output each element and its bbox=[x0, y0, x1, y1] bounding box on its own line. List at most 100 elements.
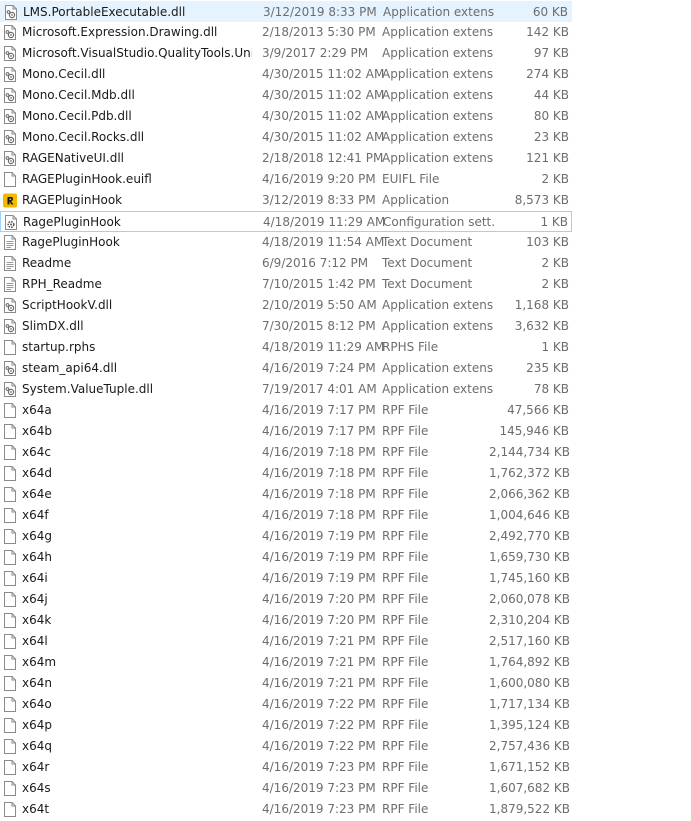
file-size: 80 KB bbox=[533, 109, 569, 123]
file-date-modified: 4/16/2019 7:18 PM bbox=[262, 508, 376, 522]
file-date-modified: 4/16/2019 7:19 PM bbox=[262, 571, 376, 585]
dll-icon bbox=[3, 25, 17, 40]
file-name: x64d bbox=[22, 466, 52, 480]
file-row[interactable]: x64p 4/16/2019 7:22 PM RPF File 1,395,12… bbox=[0, 715, 572, 736]
file-date-modified: 2/10/2019 5:50 AM bbox=[262, 298, 377, 312]
file-row[interactable]: x64o 4/16/2019 7:22 PM RPF File 1,717,13… bbox=[0, 694, 572, 715]
file-type: RPF File bbox=[382, 802, 429, 816]
file-row[interactable]: RagePluginHook 4/18/2019 11:29 AM Config… bbox=[0, 211, 572, 232]
file-type: RPF File bbox=[382, 466, 429, 480]
file-row[interactable]: startup.rphs 4/18/2019 11:29 AM RPHS Fil… bbox=[0, 337, 572, 358]
text-icon bbox=[3, 256, 17, 271]
file-size: 47,566 KB bbox=[507, 403, 569, 417]
file-row[interactable]: x64f 4/16/2019 7:18 PM RPF File 1,004,64… bbox=[0, 505, 572, 526]
file-date-modified: 4/16/2019 9:20 PM bbox=[262, 172, 376, 186]
file-row[interactable]: RAGEPluginHook 3/12/2019 8:33 PM Applica… bbox=[0, 190, 572, 211]
file-row[interactable]: Mono.Cecil.Mdb.dll 4/30/2015 11:02 AM Ap… bbox=[0, 85, 572, 106]
file-row[interactable]: x64a 4/16/2019 7:17 PM RPF File 47,566 K… bbox=[0, 400, 572, 421]
file-size: 2,066,362 KB bbox=[489, 487, 570, 501]
file-row[interactable]: Mono.Cecil.Pdb.dll 4/30/2015 11:02 AM Ap… bbox=[0, 106, 572, 127]
dll-icon bbox=[3, 319, 17, 334]
file-icon bbox=[3, 760, 17, 775]
file-name: x64j bbox=[22, 592, 48, 606]
file-row[interactable]: RagePluginHook 4/18/2019 11:54 AM Text D… bbox=[0, 232, 572, 253]
file-type: RPF File bbox=[382, 487, 429, 501]
file-date-modified: 4/30/2015 11:02 AM bbox=[262, 130, 385, 144]
file-size: 145,946 KB bbox=[499, 424, 569, 438]
file-size: 2,144,734 KB bbox=[489, 445, 570, 459]
file-row[interactable]: RAGEPluginHook.euifl 4/16/2019 9:20 PM E… bbox=[0, 169, 572, 190]
file-date-modified: 4/16/2019 7:21 PM bbox=[262, 634, 376, 648]
file-name: startup.rphs bbox=[22, 340, 96, 354]
file-date-modified: 7/30/2015 8:12 PM bbox=[262, 319, 376, 333]
file-name: RPH_Readme bbox=[22, 277, 102, 291]
file-size: 121 KB bbox=[526, 151, 569, 165]
dll-icon bbox=[3, 46, 17, 61]
file-row[interactable]: x64t 4/16/2019 7:23 PM RPF File 1,879,52… bbox=[0, 799, 572, 820]
file-icon bbox=[3, 613, 17, 628]
file-date-modified: 4/18/2019 11:29 AM bbox=[263, 215, 386, 229]
file-icon bbox=[3, 676, 17, 691]
file-size: 1 KB bbox=[541, 340, 569, 354]
file-name: x64r bbox=[22, 760, 50, 774]
file-type: Application extens... bbox=[382, 319, 494, 333]
file-name: RAGEPluginHook.euifl bbox=[22, 172, 152, 186]
file-type: RPF File bbox=[382, 529, 429, 543]
file-date-modified: 4/16/2019 7:22 PM bbox=[262, 718, 376, 732]
file-size: 1,671,152 KB bbox=[489, 760, 570, 774]
file-date-modified: 4/16/2019 7:20 PM bbox=[262, 613, 376, 627]
file-row[interactable]: Microsoft.Expression.Drawing.dll 2/18/20… bbox=[0, 22, 572, 43]
dll-icon bbox=[3, 67, 17, 82]
file-row[interactable]: x64j 4/16/2019 7:20 PM RPF File 2,060,07… bbox=[0, 589, 572, 610]
file-row[interactable]: x64d 4/16/2019 7:18 PM RPF File 1,762,37… bbox=[0, 463, 572, 484]
file-row[interactable]: RPH_Readme 7/10/2015 1:42 PM Text Docume… bbox=[0, 274, 572, 295]
file-row[interactable]: x64i 4/16/2019 7:19 PM RPF File 1,745,16… bbox=[0, 568, 572, 589]
file-type: RPF File bbox=[382, 676, 429, 690]
file-type: Application extens... bbox=[382, 46, 494, 60]
file-row[interactable]: x64h 4/16/2019 7:19 PM RPF File 1,659,73… bbox=[0, 547, 572, 568]
file-row[interactable]: System.ValueTuple.dll 7/19/2017 4:01 AM … bbox=[0, 379, 572, 400]
file-row[interactable]: SlimDX.dll 7/30/2015 8:12 PM Application… bbox=[0, 316, 572, 337]
file-icon bbox=[3, 466, 17, 481]
file-name: x64c bbox=[22, 445, 51, 459]
file-row[interactable]: RAGENativeUI.dll 2/18/2018 12:41 PM Appl… bbox=[0, 148, 572, 169]
file-name: LMS.PortableExecutable.dll bbox=[23, 5, 186, 19]
file-type: RPF File bbox=[382, 403, 429, 417]
file-row[interactable]: x64r 4/16/2019 7:23 PM RPF File 1,671,15… bbox=[0, 757, 572, 778]
file-date-modified: 4/16/2019 7:23 PM bbox=[262, 781, 376, 795]
file-icon bbox=[3, 529, 17, 544]
file-size: 2 KB bbox=[541, 256, 569, 270]
file-row[interactable]: Microsoft.VisualStudio.QualityTools.Unit… bbox=[0, 43, 572, 64]
file-row[interactable]: x64k 4/16/2019 7:20 PM RPF File 2,310,20… bbox=[0, 610, 572, 631]
file-row[interactable]: x64s 4/16/2019 7:23 PM RPF File 1,607,68… bbox=[0, 778, 572, 799]
file-size: 2,310,204 KB bbox=[489, 613, 570, 627]
file-size: 97 KB bbox=[533, 46, 569, 60]
file-type: RPF File bbox=[382, 508, 429, 522]
file-date-modified: 4/16/2019 7:20 PM bbox=[262, 592, 376, 606]
file-type: Application extens... bbox=[382, 151, 494, 165]
file-date-modified: 2/18/2018 12:41 PM bbox=[262, 151, 384, 165]
file-name: Mono.Cecil.Rocks.dll bbox=[22, 130, 145, 144]
config-icon bbox=[4, 215, 18, 230]
file-row[interactable]: x64b 4/16/2019 7:17 PM RPF File 145,946 … bbox=[0, 421, 572, 442]
file-row[interactable]: x64n 4/16/2019 7:21 PM RPF File 1,600,08… bbox=[0, 673, 572, 694]
file-row[interactable]: steam_api64.dll 4/16/2019 7:24 PM Applic… bbox=[0, 358, 572, 379]
file-row[interactable]: x64c 4/16/2019 7:18 PM RPF File 2,144,73… bbox=[0, 442, 572, 463]
file-size: 1,717,134 KB bbox=[489, 697, 570, 711]
file-size: 1,600,080 KB bbox=[489, 676, 570, 690]
file-row[interactable]: ScriptHookV.dll 2/10/2019 5:50 AM Applic… bbox=[0, 295, 572, 316]
file-row[interactable]: x64g 4/16/2019 7:19 PM RPF File 2,492,77… bbox=[0, 526, 572, 547]
file-name: x64b bbox=[22, 424, 52, 438]
file-row[interactable]: x64m 4/16/2019 7:21 PM RPF File 1,764,89… bbox=[0, 652, 572, 673]
file-name: RAGENativeUI.dll bbox=[22, 151, 125, 165]
file-row[interactable]: x64q 4/16/2019 7:22 PM RPF File 2,757,43… bbox=[0, 736, 572, 757]
file-row[interactable]: LMS.PortableExecutable.dll 3/12/2019 8:3… bbox=[0, 1, 572, 22]
file-date-modified: 4/16/2019 7:17 PM bbox=[262, 403, 376, 417]
file-row[interactable]: Mono.Cecil.dll 4/30/2015 11:02 AM Applic… bbox=[0, 64, 572, 85]
file-row[interactable]: x64e 4/16/2019 7:18 PM RPF File 2,066,36… bbox=[0, 484, 572, 505]
file-row[interactable]: Mono.Cecil.Rocks.dll 4/30/2015 11:02 AM … bbox=[0, 127, 572, 148]
file-name: System.ValueTuple.dll bbox=[22, 382, 154, 396]
file-row[interactable]: x64l 4/16/2019 7:21 PM RPF File 2,517,16… bbox=[0, 631, 572, 652]
file-type: Text Document bbox=[382, 277, 473, 291]
file-row[interactable]: Readme 6/9/2016 7:12 PM Text Document 2 … bbox=[0, 253, 572, 274]
